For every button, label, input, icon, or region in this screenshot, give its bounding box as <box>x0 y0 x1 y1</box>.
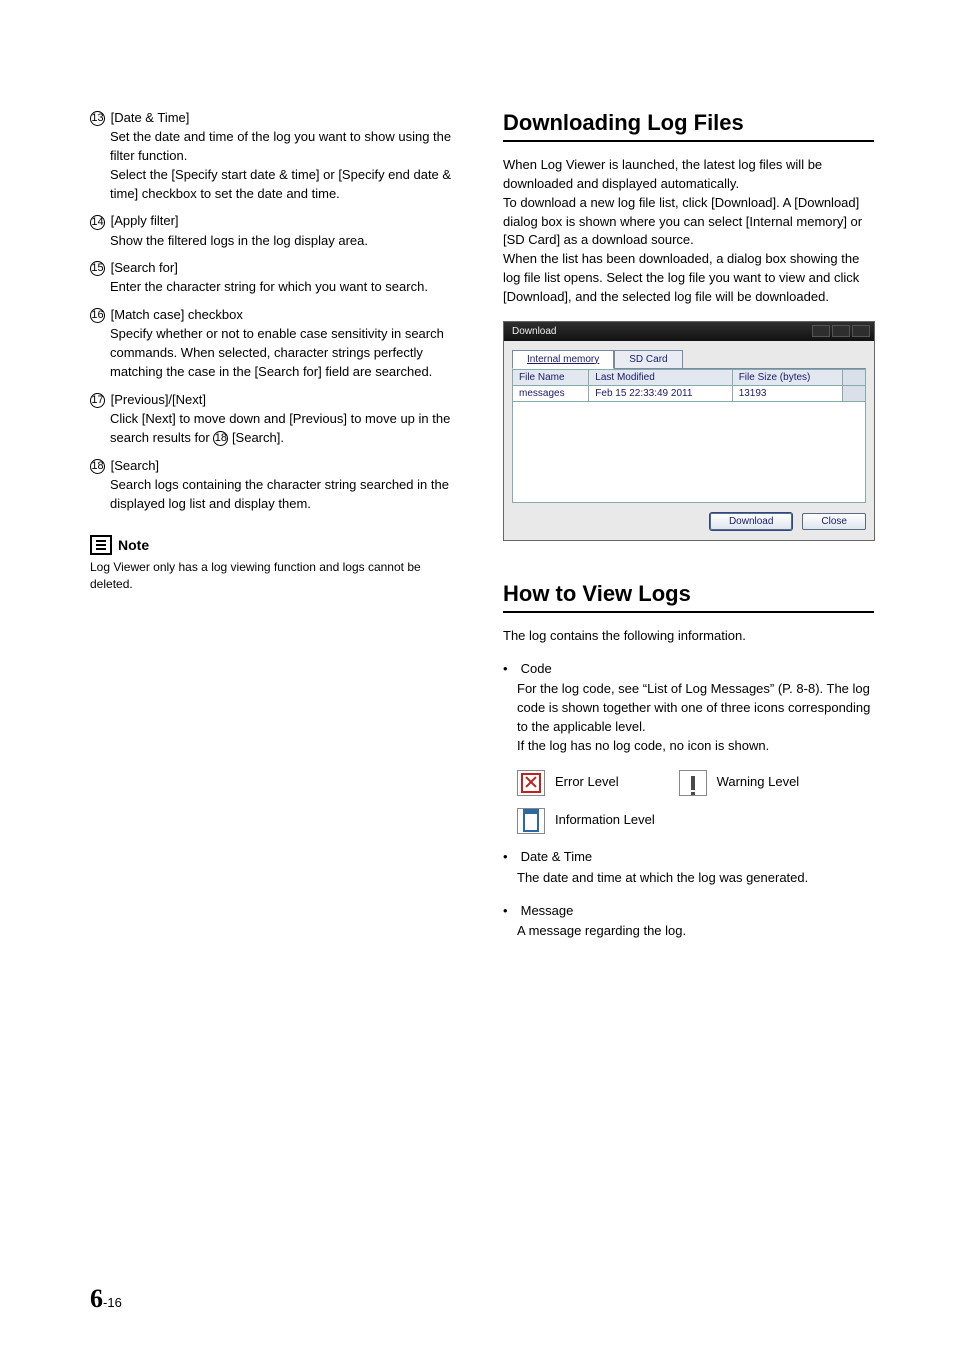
level-error: Error Level <box>517 770 619 796</box>
list-item: Code For the log code, see “List of Log … <box>503 660 874 834</box>
left-column: 13 [Date & Time] Set the date and time o… <box>90 110 461 955</box>
list-item: Date & Time The date and time at which t… <box>503 848 874 888</box>
item-title: [Search] <box>111 458 159 473</box>
close-icon[interactable] <box>852 325 870 337</box>
bullet-title: Message <box>521 903 574 918</box>
col-file-name[interactable]: File Name <box>513 369 589 385</box>
download-dialog: Download Internal memory SD Card File <box>503 321 875 541</box>
note-label: Note <box>118 537 149 553</box>
close-button[interactable]: Close <box>802 513 866 530</box>
bullet-title: Date & Time <box>521 849 593 864</box>
item-title: [Search for] <box>111 260 178 275</box>
paragraph: When Log Viewer is launched, the latest … <box>503 156 874 307</box>
item-body: Show the filtered logs in the log displa… <box>110 232 461 251</box>
col-file-size[interactable]: File Size (bytes) <box>732 369 842 385</box>
level-icons-row: Information Level <box>517 808 874 834</box>
item-body-text: [Search]. <box>228 430 284 445</box>
window-controls <box>812 325 870 337</box>
list-item: Message A message regarding the log. <box>503 902 874 942</box>
chapter-number: 6 <box>90 1284 103 1313</box>
dialog-body: Internal memory SD Card File Name Last M… <box>504 341 874 540</box>
maximize-icon[interactable] <box>832 325 850 337</box>
note-icon <box>90 535 112 555</box>
cell-last-modified: Feb 15 22:33:49 2011 <box>589 385 732 401</box>
item-number: 17 <box>90 393 105 408</box>
item-number: 18 <box>90 459 105 474</box>
file-list-table: File Name Last Modified File Size (bytes… <box>512 369 866 402</box>
item-body: Search logs containing the character str… <box>110 476 461 514</box>
item-title: [Match case] checkbox <box>111 307 243 322</box>
paragraph: The log contains the following informati… <box>503 627 874 646</box>
bullet-list: Code For the log code, see “List of Log … <box>503 660 874 942</box>
item-body: Set the date and time of the log you wan… <box>110 128 461 203</box>
two-column-layout: 13 [Date & Time] Set the date and time o… <box>90 110 874 955</box>
right-column: Downloading Log Files When Log Viewer is… <box>503 110 874 955</box>
warning-icon <box>679 770 707 796</box>
cell-file-name: messages <box>513 385 589 401</box>
bullet-body: The date and time at which the log was g… <box>517 869 874 888</box>
page-footer: 6-16 <box>90 1284 122 1314</box>
page: 13 [Date & Time] Set the date and time o… <box>0 0 954 1350</box>
definition-item: 15 [Search for] Enter the character stri… <box>90 260 461 297</box>
item-title: [Date & Time] <box>111 110 190 125</box>
item-number: 15 <box>90 261 105 276</box>
definition-item: 13 [Date & Time] Set the date and time o… <box>90 110 461 203</box>
scrollbar[interactable] <box>843 369 866 385</box>
col-last-modified[interactable]: Last Modified <box>589 369 732 385</box>
table-row[interactable]: messages Feb 15 22:33:49 2011 13193 <box>513 385 866 401</box>
dialog-title-bar: Download <box>504 322 874 341</box>
cell-file-size: 13193 <box>732 385 842 401</box>
item-body: Enter the character string for which you… <box>110 278 461 297</box>
section-heading: How to View Logs <box>503 581 874 613</box>
level-info: Information Level <box>517 808 655 834</box>
note-body: Log Viewer only has a log viewing functi… <box>90 559 461 593</box>
level-warning: Warning Level <box>679 770 800 796</box>
level-label: Information Level <box>555 811 655 830</box>
table-empty-area <box>512 402 866 503</box>
bullet-body: For the log code, see “List of Log Messa… <box>517 680 874 755</box>
tab-internal-memory[interactable]: Internal memory <box>512 350 614 369</box>
section-heading: Downloading Log Files <box>503 110 874 142</box>
definition-item: 16 [Match case] checkbox Specify whether… <box>90 307 461 382</box>
bullet-title: Code <box>521 661 552 676</box>
dialog-title-text: Download <box>512 326 556 337</box>
item-number: 14 <box>90 215 105 230</box>
inline-ref-number: 18 <box>213 431 228 446</box>
item-body: Specify whether or not to enable case se… <box>110 325 461 382</box>
page-number: 16 <box>107 1295 121 1310</box>
note-block: Note Log Viewer only has a log viewing f… <box>90 535 461 593</box>
error-icon <box>517 770 545 796</box>
level-label: Error Level <box>555 773 619 792</box>
dialog-tabs: Internal memory SD Card <box>512 349 866 369</box>
level-label: Warning Level <box>717 773 800 792</box>
definition-item: 18 [Search] Search logs containing the c… <box>90 458 461 514</box>
item-title: [Previous]/[Next] <box>111 392 206 407</box>
item-number: 16 <box>90 308 105 323</box>
scrollbar[interactable] <box>843 385 866 401</box>
bullet-body: A message regarding the log. <box>517 922 874 941</box>
minimize-icon[interactable] <box>812 325 830 337</box>
definition-item: 14 [Apply filter] Show the filtered logs… <box>90 213 461 250</box>
info-icon <box>517 808 545 834</box>
download-button[interactable]: Download <box>710 513 792 530</box>
tab-sd-card[interactable]: SD Card <box>614 350 682 369</box>
item-body: Click [Next] to move down and [Previous]… <box>110 410 461 448</box>
item-title: [Apply filter] <box>111 213 179 228</box>
level-icons-row: Error Level Warning Level <box>517 770 874 796</box>
item-number: 13 <box>90 111 105 126</box>
definition-item: 17 [Previous]/[Next] Click [Next] to mov… <box>90 392 461 448</box>
dialog-button-row: Download Close <box>512 513 866 530</box>
